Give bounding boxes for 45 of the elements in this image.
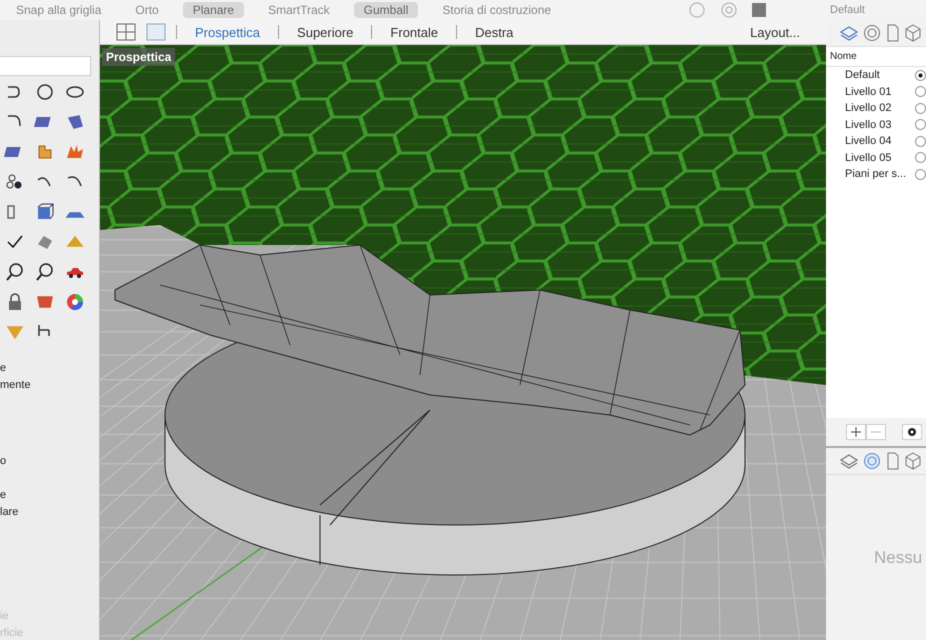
view-tab[interactable]: Superiore [289,24,362,40]
current-layer-radio[interactable] [915,152,926,164]
current-layer-radio[interactable] [915,86,926,98]
current-layer-radio[interactable] [915,136,926,147]
view-tab[interactable]: Frontale [382,24,446,40]
command-item[interactable]: o [0,455,6,467]
search-field[interactable] [0,56,91,76]
document-icon[interactable] [886,24,900,42]
layers-icon[interactable] [840,25,858,41]
layer-name[interactable]: Livello 02 [845,102,915,114]
layer-name[interactable]: Livello 01 [845,86,915,98]
settings-button[interactable] [902,424,922,440]
target-icon[interactable] [720,1,738,19]
column-header: Nome [826,47,926,67]
document-icon[interactable] [886,452,900,470]
viewport-label: Prospettica [102,48,176,66]
color-swatch[interactable] [752,3,766,17]
current-layer-radio[interactable] [915,119,926,130]
layer-name[interactable]: Livello 03 [845,118,915,131]
single-view-icon[interactable] [146,23,166,41]
toolbar-toggle[interactable]: Planare [182,2,244,18]
four-view-icon[interactable] [116,23,136,41]
current-layer-radio[interactable] [915,168,926,180]
view-tab[interactable]: Destra [467,24,522,40]
toolbar-toggle[interactable]: Gumball [354,2,418,18]
command-item[interactable]: e [0,489,6,501]
command-item[interactable]: lare [0,506,18,518]
command-item[interactable]: mente [0,379,31,391]
current-layer-radio[interactable] [915,102,926,114]
layer-name[interactable]: Livello 05 [845,152,915,164]
settings-icon [907,427,917,437]
current-layer-radio[interactable] [915,70,926,81]
empty-message: Nessu [874,548,922,568]
view-tab[interactable]: Prospettica [187,24,268,40]
color-wheel-icon[interactable] [64,292,86,312]
layers-icon[interactable] [840,453,858,469]
command-item[interactable]: e [0,362,6,374]
target-icon[interactable] [863,452,881,470]
layer-name[interactable]: Default [845,69,915,82]
target-icon[interactable] [863,24,881,42]
plus-icon [851,427,861,437]
layer-name[interactable]: Piani per s... [845,168,915,180]
add-button[interactable] [846,424,866,440]
layer-name[interactable]: Livello 04 [845,135,915,148]
layout-button[interactable]: Layout... [742,24,808,40]
